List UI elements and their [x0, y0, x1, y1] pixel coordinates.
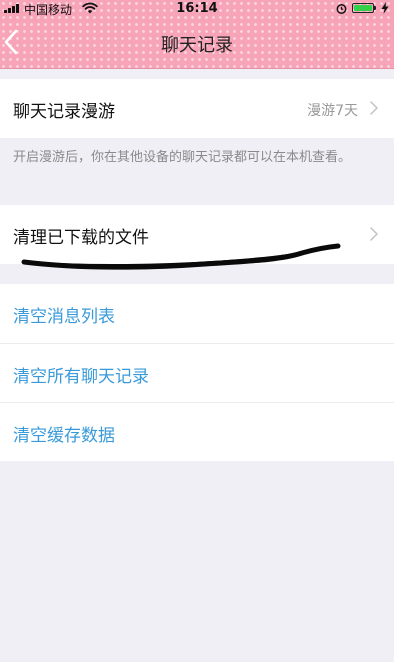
clear-actions-group: 清空消息列表 清空所有聊天记录 清空缓存数据	[0, 284, 394, 461]
clear-cache-row[interactable]: 清空缓存数据	[0, 402, 394, 461]
chat-roaming-label: 聊天记录漫游	[13, 102, 115, 122]
chevron-right-icon	[370, 101, 378, 115]
roaming-group: 聊天记录漫游 漫游7天	[0, 79, 394, 138]
page-title: 聊天记录	[161, 35, 233, 56]
clear-message-list-row[interactable]: 清空消息列表	[0, 284, 394, 343]
battery-icon	[352, 3, 376, 13]
alarm-icon	[336, 4, 347, 14]
battery-level	[354, 5, 372, 11]
roaming-duration-value: 漫游7天	[307, 103, 358, 119]
clear-cache-label: 清空缓存数据	[13, 426, 115, 446]
charging-icon	[381, 2, 389, 14]
clock-time: 16:14	[176, 1, 218, 16]
navigation-header: 中国移动 16:14 聊天记录	[0, 0, 394, 69]
status-bar: 中国移动 16:14	[0, 0, 394, 18]
chat-roaming-row[interactable]: 聊天记录漫游 漫游7天	[0, 79, 394, 138]
chevron-right-icon	[370, 227, 378, 241]
clear-all-chats-row[interactable]: 清空所有聊天记录	[0, 343, 394, 402]
clear-message-list-label: 清空消息列表	[13, 307, 115, 327]
pen-scribble-mark	[21, 243, 341, 270]
roaming-hint-text: 开启漫游后，你在其他设备的聊天记录都可以在本机查看。	[13, 150, 352, 165]
clear-all-chats-label: 清空所有聊天记录	[13, 367, 149, 387]
